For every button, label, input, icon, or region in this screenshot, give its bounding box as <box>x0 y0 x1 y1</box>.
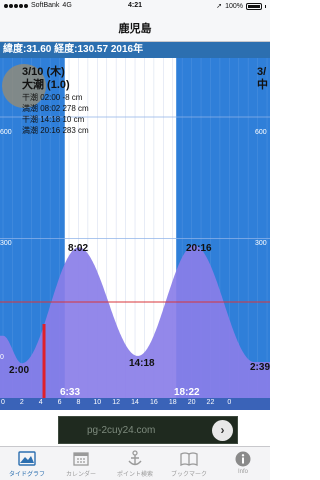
sunrise-label: 6:33 <box>60 387 81 398</box>
anchor-icon <box>108 450 162 467</box>
hour-tick-label: 16 <box>149 399 158 406</box>
book-icon <box>162 450 216 467</box>
next-day-tide: 中 <box>257 79 268 91</box>
low-tide-label: 2:39 <box>250 362 271 373</box>
page-title: 鹿児島 <box>118 23 152 35</box>
day-date: 3/10 (木) <box>22 66 65 78</box>
hour-axis: 0 2 4 6 8 10 12 14 16 18 20 22 0 <box>0 398 270 410</box>
low-tide-label: 2:00 <box>9 365 30 376</box>
high-tide-label: 8:02 <box>68 243 89 254</box>
y-tick-label: 300 <box>0 240 12 247</box>
tab-info[interactable]: Info <box>216 447 270 480</box>
tab-tide-graph[interactable]: タイドグラフ <box>0 447 54 480</box>
tab-bar: タイドグラフ カレンダー ポイント検索 ブックマーク Info <box>0 446 270 480</box>
tide-entry: 満潮 20:16 283 cm <box>22 126 89 135</box>
tide-entry: 干潮 02:00 -8 cm <box>22 93 83 102</box>
next-day-panel: 3/ 中 <box>257 66 268 92</box>
chevron-right-icon[interactable]: › <box>212 420 233 441</box>
next-day-date: 3/ <box>257 66 267 78</box>
tab-label: タイドグラフ <box>8 472 45 478</box>
hour-tick-label: 18 <box>168 399 177 406</box>
tide-entry: 満潮 08:02 278 cm <box>22 104 89 113</box>
hour-tick-label: 22 <box>206 399 215 406</box>
ad-text: pg-2cuy24.com <box>87 425 156 436</box>
hour-tick-label: 8 <box>76 399 81 406</box>
calendar-icon <box>54 450 108 467</box>
hour-tick-label: 12 <box>112 399 121 406</box>
tide-entry: 干潮 14:18 10 cm <box>22 115 85 124</box>
location-info-bar: 緯度:31.60 経度:130.57 2016年 <box>0 42 270 58</box>
info-icon <box>216 450 270 467</box>
y-tick-label: 600 <box>255 129 267 136</box>
hour-tick-label: 0 <box>1 399 5 406</box>
tab-label: カレンダー <box>65 472 96 478</box>
tide-graph-icon <box>0 450 54 467</box>
low-tide-label: 14:18 <box>129 358 155 369</box>
ad-banner[interactable]: pg-2cuy24.com › <box>0 414 270 446</box>
y-tick-label: 300 <box>255 240 267 247</box>
hour-tick-label: 0 <box>227 399 232 406</box>
tab-label: ブックマーク <box>170 472 207 478</box>
day-info-panel: 3/10 (木) 大潮 (1.0) 干潮 02:00 -8 cm 満潮 08:0… <box>22 66 89 136</box>
tab-label: Info <box>237 469 248 475</box>
location-arrow-icon: ➚ <box>216 3 223 10</box>
tab-label: ポイント検索 <box>116 472 153 478</box>
hour-tick-label: 6 <box>57 399 62 406</box>
hour-tick-label: 20 <box>187 399 196 406</box>
hour-tick-label: 4 <box>38 399 43 406</box>
hour-tick-label: 2 <box>19 399 24 406</box>
tide-type: 大潮 (1.0) <box>22 79 70 91</box>
hour-tick-label: 14 <box>131 399 139 406</box>
high-tide-label: 20:16 <box>186 243 212 254</box>
tab-bookmark[interactable]: ブックマーク <box>162 447 216 480</box>
battery-icon <box>246 2 262 10</box>
battery-percent: 100% <box>225 2 243 10</box>
y-tick-label: 0 <box>0 354 4 361</box>
tab-calendar[interactable]: カレンダー <box>54 447 108 480</box>
status-bar: SoftBank 4G 4:21 ➚ 100% <box>0 0 270 12</box>
battery-info: ➚ 100% <box>216 2 266 10</box>
y-tick-label: 600 <box>0 129 12 136</box>
tab-point-search[interactable]: ポイント検索 <box>108 447 162 480</box>
navigation-bar: 鹿児島 <box>0 12 270 42</box>
hour-tick-label: 10 <box>93 399 102 406</box>
ad-content[interactable]: pg-2cuy24.com › <box>58 416 238 444</box>
sunset-label: 18:22 <box>174 387 200 398</box>
